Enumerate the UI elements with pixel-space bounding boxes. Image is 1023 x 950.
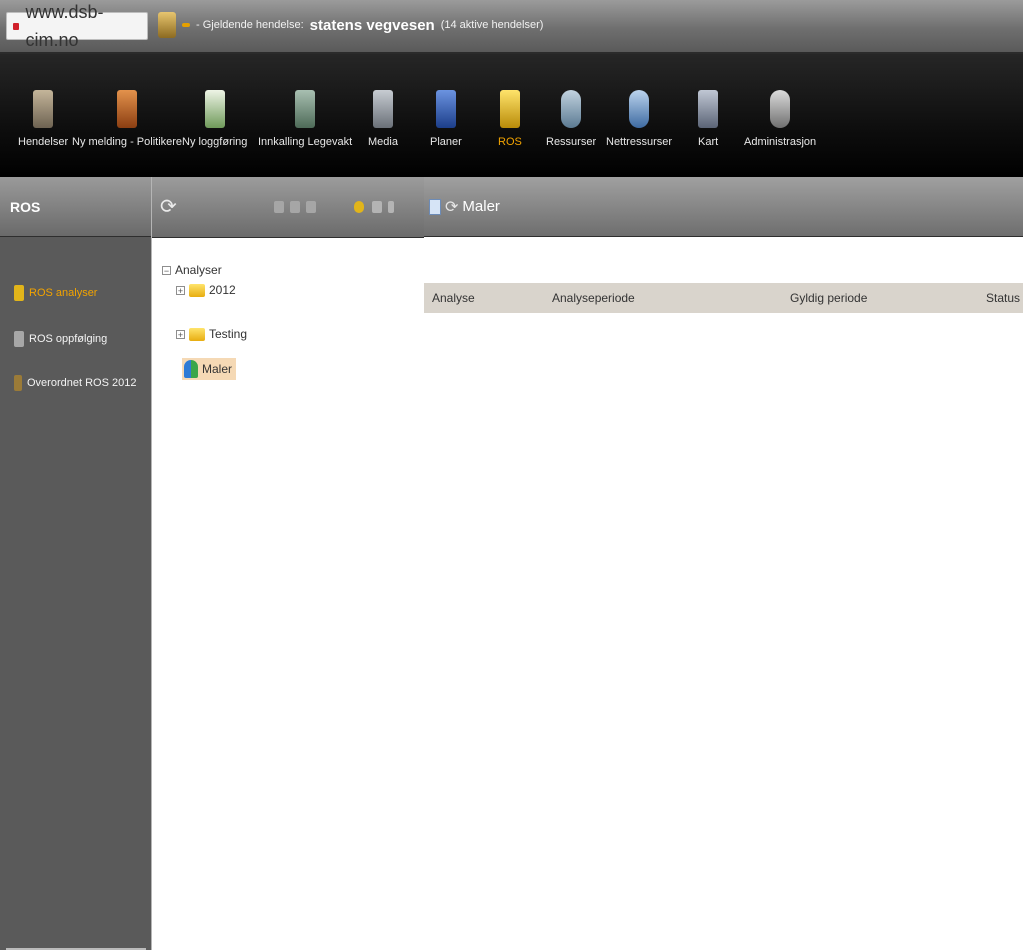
toolbar-item-innkalling-legevakt[interactable]: Innkalling Legevakt — [258, 90, 352, 170]
ros-analysis-icon — [14, 285, 24, 301]
url-text: www.dsb-cim.no — [25, 2, 104, 50]
toolbar-item-administrasjon[interactable]: Administrasjon — [744, 90, 816, 170]
resources-icon — [561, 90, 582, 128]
left-panel-title: ROS — [0, 177, 151, 237]
toolbar-item-label: Planer — [430, 136, 462, 148]
column-header-gyldig-periode[interactable]: Gyldig periode — [790, 291, 867, 305]
main-toolbar: Hendelser Ny melding - Politikere Ny log… — [0, 54, 1023, 177]
toolbar-item-label: Nettressurser — [606, 136, 673, 148]
tree-node-testing[interactable]: + Testing — [176, 327, 247, 341]
summon-icon — [295, 90, 316, 128]
refresh-icon[interactable]: ⟳ — [160, 194, 177, 219]
active-event-name[interactable]: statens vegvesen — [310, 17, 435, 34]
grid-header: Analyse Analyseperiode Gyldig periode St… — [424, 283, 1023, 313]
tree-node-2012[interactable]: + 2012 — [176, 283, 236, 297]
settings-icon[interactable] — [354, 201, 364, 213]
toolbar-item-media[interactable]: Media — [368, 90, 398, 170]
tree-node-label: 2012 — [209, 283, 236, 297]
user-icon — [184, 360, 198, 378]
toolbar-item-kart[interactable]: Kart — [698, 90, 718, 170]
nav-item-label: Overordnet ROS 2012 — [27, 377, 137, 389]
document-icon — [14, 331, 24, 347]
events-icon — [33, 90, 54, 128]
tree-panel: ⟳ − Analyser + 2012 + Testing Maler — [151, 177, 425, 950]
toolbar-item-nettressurser[interactable]: Nettressurser — [606, 90, 672, 170]
toolbar-item-label: Ny loggføring — [182, 136, 248, 148]
active-event-count: (14 aktive hendelser) — [440, 19, 544, 31]
column-header-analyse[interactable]: Analyse — [432, 291, 475, 305]
ros-icon — [499, 90, 520, 128]
toolbar-item-ressurser[interactable]: Ressurser — [546, 90, 596, 170]
site-favicon-icon — [13, 22, 20, 30]
url-field[interactable]: www.dsb-cim.no — [6, 2, 148, 50]
nav-item-label: ROS analyser — [29, 287, 98, 299]
toolbar-item-ny-loggforing[interactable]: Ny loggføring — [182, 90, 247, 170]
refresh-icon[interactable]: ⟳ — [445, 197, 458, 217]
toolbar-item-ros[interactable]: ROS — [498, 90, 522, 170]
toolbar-item-label: Media — [368, 136, 398, 148]
forward-icon[interactable] — [306, 201, 316, 213]
column-header-status[interactable]: Status — [986, 291, 1020, 305]
nav-item-label: ROS oppfølging — [29, 333, 108, 345]
web-resources-icon — [629, 90, 650, 128]
pencil-icon — [14, 375, 22, 391]
info-icon[interactable] — [388, 201, 394, 213]
plans-icon — [435, 90, 456, 128]
nav-item-ros-analyser[interactable]: ROS analyser — [14, 285, 97, 301]
collapse-icon[interactable]: − — [162, 265, 171, 275]
toolbar-item-label: ROS — [498, 136, 522, 148]
tree-node-label: Testing — [209, 327, 248, 341]
column-header-analyseperiode[interactable]: Analyseperiode — [552, 291, 635, 305]
toolbar-item-label: Ny melding - Politikere — [72, 136, 183, 148]
folder-icon — [189, 327, 205, 341]
admin-gear-icon — [770, 90, 791, 128]
media-icon — [372, 90, 393, 128]
toolbar-item-label: Hendelser — [18, 136, 69, 148]
help-icon[interactable] — [372, 201, 382, 213]
new-log-icon — [204, 90, 225, 128]
expand-icon[interactable]: + — [176, 285, 185, 295]
content-title: Maler — [462, 198, 500, 215]
nav-item-ros-oppfolging[interactable]: ROS oppfølging — [14, 331, 107, 347]
folder-icon — [189, 283, 205, 297]
nav-item-overordnet-ros-2012[interactable]: Overordnet ROS 2012 — [14, 375, 136, 391]
toolbar-item-label: Kart — [698, 136, 719, 148]
status-badge — [182, 23, 190, 27]
map-icon — [698, 90, 719, 128]
tree-toolbar: ⟳ — [152, 177, 424, 238]
left-nav-panel: ROS ROS analyser ROS oppfølging Overordn… — [0, 177, 151, 950]
expand-icon[interactable]: + — [176, 329, 185, 339]
tree-root[interactable]: − Analyser — [162, 263, 222, 277]
content-panel: ⟳ Maler Analyse Analyseperiode Gyldig pe… — [424, 177, 1023, 950]
document-icon — [429, 198, 441, 215]
tree-node-maler[interactable]: Maler — [182, 358, 237, 380]
new-message-icon — [117, 90, 138, 128]
status-prefix: - Gjeldende hendelse: — [196, 19, 304, 31]
toolbar-item-hendelser[interactable]: Hendelser — [18, 90, 68, 170]
active-event-line: - Gjeldende hendelse: statens vegvesen (… — [158, 10, 543, 40]
back-icon[interactable] — [274, 201, 284, 213]
app-logo-icon — [158, 12, 176, 38]
browser-title-bar: www.dsb-cim.no - Gjeldende hendelse: sta… — [0, 0, 1023, 54]
content-header: ⟳ Maler — [424, 177, 1023, 237]
toolbar-item-label: Administrasjon — [744, 136, 817, 148]
tree-root-label: Analyser — [175, 263, 222, 277]
undo-icon[interactable] — [290, 201, 300, 213]
toolbar-item-label: Innkalling Legevakt — [258, 136, 353, 148]
toolbar-item-planer[interactable]: Planer — [430, 90, 462, 170]
tree-node-label: Maler — [202, 362, 233, 376]
toolbar-item-ny-melding[interactable]: Ny melding - Politikere — [72, 90, 182, 170]
toolbar-item-label: Ressurser — [546, 136, 597, 148]
